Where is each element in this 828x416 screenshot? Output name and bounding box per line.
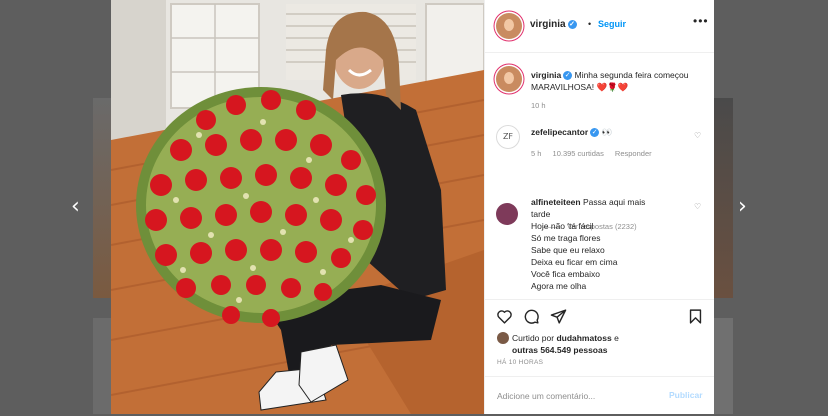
verified-badge-icon: ✓	[590, 128, 600, 138]
heart-icon[interactable]	[496, 308, 513, 325]
liked-by-others[interactable]: outras 564.549 pessoas	[512, 345, 607, 355]
liked-by-text[interactable]: Curtido por dudahmatoss e outras 564.549…	[512, 332, 702, 356]
comments-list[interactable]: virginia ✓ Minha segunda feira começou MA…	[485, 53, 714, 299]
comment-likes[interactable]: 10.395 curtidas	[553, 149, 604, 158]
author-avatar[interactable]	[496, 13, 522, 39]
comment-username[interactable]: alfineteiteen	[531, 197, 581, 207]
comment-text-line: Só me traga flores	[531, 233, 601, 243]
verified-badge-icon: ✓	[563, 71, 573, 81]
comment-box: Publicar	[485, 376, 714, 416]
follow-button[interactable]: Seguir	[598, 19, 626, 29]
comment-text-line: Sabe que eu relaxo	[531, 245, 605, 255]
publish-button[interactable]: Publicar	[669, 390, 703, 400]
comment-text-line: Hoje não 'tá fácil	[531, 221, 594, 231]
chevron-right-icon[interactable]: ›	[738, 196, 747, 218]
chevron-left-icon[interactable]: ‹	[71, 196, 80, 218]
post-modal: virginia ✓ • Seguir ••• virginia ✓ Minha s…	[111, 0, 714, 414]
separator-dot: •	[588, 19, 592, 29]
liked-by-avatar[interactable]	[497, 332, 509, 344]
comment-text-line: Agora me olha	[531, 281, 587, 291]
comment-like-heart-icon[interactable]: ♡	[694, 131, 701, 140]
post-timestamp[interactable]: HÁ 10 HORAS	[497, 359, 543, 366]
caption-username[interactable]: virginia	[531, 70, 561, 80]
comment-line: zefelipecantor ✓ 👀	[531, 126, 612, 138]
background-thumbnail	[93, 318, 111, 414]
post-actions: Curtido por dudahmatoss e outras 564.549…	[485, 299, 714, 415]
comment-text-line: tarde	[531, 209, 551, 219]
comment-avatar[interactable]: ZF	[496, 125, 520, 149]
comment-text-line: Deixa eu ficar em cima	[531, 257, 618, 267]
share-icon[interactable]	[550, 308, 567, 325]
comment-text-line: Você fica embaixo	[531, 269, 600, 279]
liked-by-prefix: Curtido por	[512, 333, 555, 343]
post-header: virginia ✓ • Seguir •••	[485, 0, 714, 53]
comment-avatar[interactable]	[496, 203, 518, 225]
comment-icon[interactable]	[523, 308, 540, 325]
background-thumbnail	[93, 98, 111, 298]
caption-time[interactable]: 10 h	[531, 101, 546, 110]
more-options-icon[interactable]: •••	[693, 14, 709, 28]
verified-badge-icon: ✓	[567, 19, 577, 29]
post-side-panel: virginia ✓ • Seguir ••• virginia ✓ Minha s…	[484, 0, 714, 414]
reply-button[interactable]: Responder	[615, 149, 652, 158]
comment-time[interactable]: 5 h	[531, 149, 541, 158]
caption-avatar[interactable]	[496, 66, 522, 92]
comment-meta: 5 h 10.395 curtidas Responder	[531, 149, 661, 158]
author-username-text[interactable]: virginia	[530, 19, 566, 30]
comment-line: alfineteiteen Passa aqui mais tarde Hoje…	[531, 196, 691, 292]
post-photo[interactable]	[111, 0, 484, 414]
comment-text: 👀	[601, 127, 613, 137]
liked-by-user[interactable]: dudahmatoss	[556, 333, 611, 343]
author-username[interactable]: virginia ✓	[530, 19, 577, 30]
comment-like-heart-icon[interactable]: ♡	[694, 202, 701, 211]
background-thumbnail	[713, 98, 733, 298]
comment-text-line: Passa aqui mais	[582, 197, 646, 207]
post-photo-image	[111, 0, 484, 414]
comment-username[interactable]: zefelipecantor	[531, 127, 588, 137]
comment-input[interactable]	[497, 389, 657, 403]
bookmark-icon[interactable]	[687, 308, 704, 325]
caption: virginia ✓ Minha segunda feira começou MA…	[531, 69, 706, 93]
liked-by-middle: e	[614, 333, 619, 343]
background-thumbnail	[713, 318, 733, 414]
